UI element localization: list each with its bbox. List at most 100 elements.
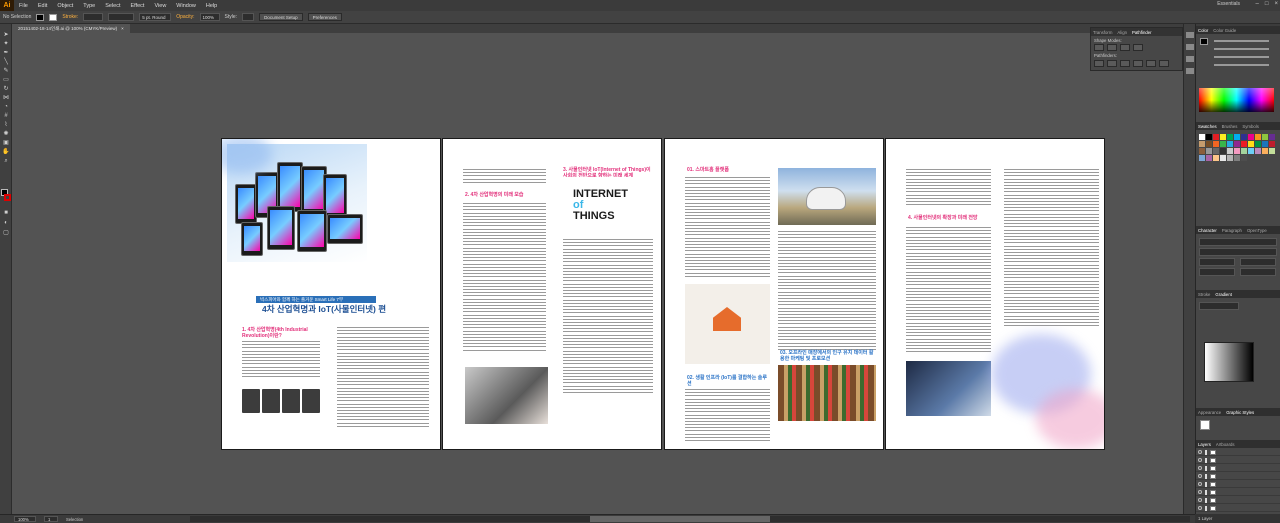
swatch[interactable] <box>1234 141 1240 147</box>
color-slider[interactable] <box>1214 48 1269 50</box>
intersect-button[interactable] <box>1120 44 1130 51</box>
swatches-panel-icon[interactable] <box>1186 44 1194 50</box>
tab-swatches[interactable]: Swatches <box>1198 124 1217 129</box>
artboard-1[interactable]: 빅스피어와 함께 하는 즐거운 Smart Life 7부 4차 산업혁명과 I… <box>221 138 441 450</box>
menu-window[interactable]: Window <box>171 3 201 9</box>
zoom-field[interactable]: 100% <box>14 516 36 522</box>
color-slider[interactable] <box>1214 64 1269 66</box>
tab-brushes[interactable]: Brushes <box>1222 124 1238 129</box>
swatch[interactable] <box>1220 148 1226 154</box>
swatch[interactable] <box>1255 148 1261 154</box>
menu-type[interactable]: Type <box>78 3 100 9</box>
fill-swatch[interactable] <box>36 13 45 21</box>
visibility-icon[interactable] <box>1198 466 1202 470</box>
tab-appearance[interactable]: Appearance <box>1198 410 1221 415</box>
minus-front-button[interactable] <box>1107 44 1117 51</box>
menu-help[interactable]: Help <box>201 3 222 9</box>
swatch[interactable] <box>1262 134 1268 140</box>
color-panel-icon[interactable] <box>1186 32 1194 38</box>
swatch[interactable] <box>1213 148 1219 154</box>
mesh-tool-icon[interactable]: # <box>2 113 10 120</box>
tab-character[interactable]: Character <box>1198 228 1217 233</box>
line-tool-icon[interactable]: ╲ <box>2 59 10 66</box>
swatch[interactable] <box>1206 141 1212 147</box>
exclude-button[interactable] <box>1133 44 1143 51</box>
artboard-2[interactable]: 2. 4차 산업혁명의 미래 모습 3. 사물인터넷 IoT(Internet … <box>442 138 662 450</box>
artboard-navigation-field[interactable]: 1 <box>44 516 58 522</box>
gradient-type-select[interactable] <box>1199 302 1239 310</box>
brush-definition-select[interactable]: 5 pt. Round <box>139 13 172 21</box>
paintbrush-tool-icon[interactable]: ✎ <box>2 68 10 75</box>
layer-row[interactable] <box>1196 465 1280 472</box>
layer-row[interactable] <box>1196 481 1280 488</box>
layer-row[interactable] <box>1196 497 1280 504</box>
tab-layers[interactable]: Layers <box>1198 442 1211 447</box>
eraser-tool-icon[interactable]: ▭ <box>2 77 10 84</box>
swatch[interactable] <box>1248 148 1254 154</box>
color-mode-icon[interactable]: ■ <box>2 210 10 217</box>
swatch[interactable] <box>1227 141 1233 147</box>
zoom-tool-icon[interactable]: ⌕ <box>2 158 10 165</box>
tracking-field[interactable] <box>1240 268 1276 276</box>
menu-select[interactable]: Select <box>100 3 125 9</box>
scrollbar-thumb[interactable] <box>590 516 770 522</box>
swatch[interactable] <box>1262 148 1268 154</box>
crop-button[interactable] <box>1133 60 1143 67</box>
color-spectrum[interactable] <box>1199 88 1274 112</box>
swatch[interactable] <box>1206 148 1212 154</box>
tab-gradient[interactable]: Gradient <box>1215 292 1231 297</box>
font-style-field[interactable] <box>1199 248 1277 256</box>
outline-button[interactable] <box>1146 60 1156 67</box>
color-slider[interactable] <box>1214 56 1269 58</box>
stroke-color-box[interactable] <box>4 194 11 201</box>
swatch[interactable] <box>1241 134 1247 140</box>
layer-row[interactable] <box>1196 505 1280 512</box>
horizontal-scrollbar[interactable] <box>190 516 1190 522</box>
tab-artboards[interactable]: Artboards <box>1216 442 1235 447</box>
tab-align[interactable]: Align <box>1117 30 1127 35</box>
shape-builder-tool-icon[interactable]: ◔ <box>2 104 10 111</box>
swatch[interactable] <box>1255 141 1261 147</box>
opacity-field[interactable]: 100% <box>199 13 220 21</box>
swatch[interactable] <box>1241 141 1247 147</box>
swatch[interactable] <box>1213 134 1219 140</box>
document-setup-button[interactable]: Document Setup <box>259 13 303 21</box>
swatch[interactable] <box>1269 134 1275 140</box>
swatch[interactable] <box>1227 134 1233 140</box>
visibility-icon[interactable] <box>1198 498 1202 502</box>
unite-button[interactable] <box>1094 44 1104 51</box>
swatch[interactable] <box>1227 155 1233 161</box>
eyedropper-tool-icon[interactable]: ⌇ <box>2 122 10 129</box>
swatch[interactable] <box>1234 134 1240 140</box>
width-tool-icon[interactable]: ⋈ <box>2 95 10 102</box>
swatch[interactable] <box>1220 134 1226 140</box>
color-slider[interactable] <box>1214 40 1269 42</box>
font-size-field[interactable] <box>1199 258 1235 266</box>
swatch[interactable] <box>1199 155 1205 161</box>
draw-mode-icon[interactable]: ◐ <box>2 220 10 227</box>
visibility-icon[interactable] <box>1198 506 1202 510</box>
visibility-icon[interactable] <box>1198 474 1202 478</box>
stroke-weight-field[interactable] <box>83 13 104 21</box>
minimize-icon[interactable]: – <box>1256 1 1259 7</box>
leading-field[interactable] <box>1240 258 1276 266</box>
kerning-field[interactable] <box>1199 268 1235 276</box>
swatch[interactable] <box>1213 155 1219 161</box>
swatch[interactable] <box>1241 148 1247 154</box>
swatch[interactable] <box>1269 148 1275 154</box>
swatch[interactable] <box>1199 148 1205 154</box>
layer-row[interactable] <box>1196 489 1280 496</box>
menu-file[interactable]: File <box>14 3 33 9</box>
maximize-icon[interactable]: □ <box>1265 1 1269 7</box>
symbols-panel-icon[interactable] <box>1186 68 1194 74</box>
tab-stroke[interactable]: Stroke <box>1198 292 1210 297</box>
visibility-icon[interactable] <box>1198 458 1202 462</box>
stroke-label[interactable]: Stroke: <box>62 14 78 20</box>
close-icon[interactable]: × <box>1274 1 1278 7</box>
swatch[interactable] <box>1269 141 1275 147</box>
magic-wand-tool-icon[interactable]: ✦ <box>2 41 10 48</box>
fill-stroke-widget[interactable] <box>1 189 11 203</box>
tab-opentype[interactable]: OpenType <box>1247 228 1267 233</box>
swatch[interactable] <box>1213 141 1219 147</box>
menu-object[interactable]: Object <box>52 3 78 9</box>
